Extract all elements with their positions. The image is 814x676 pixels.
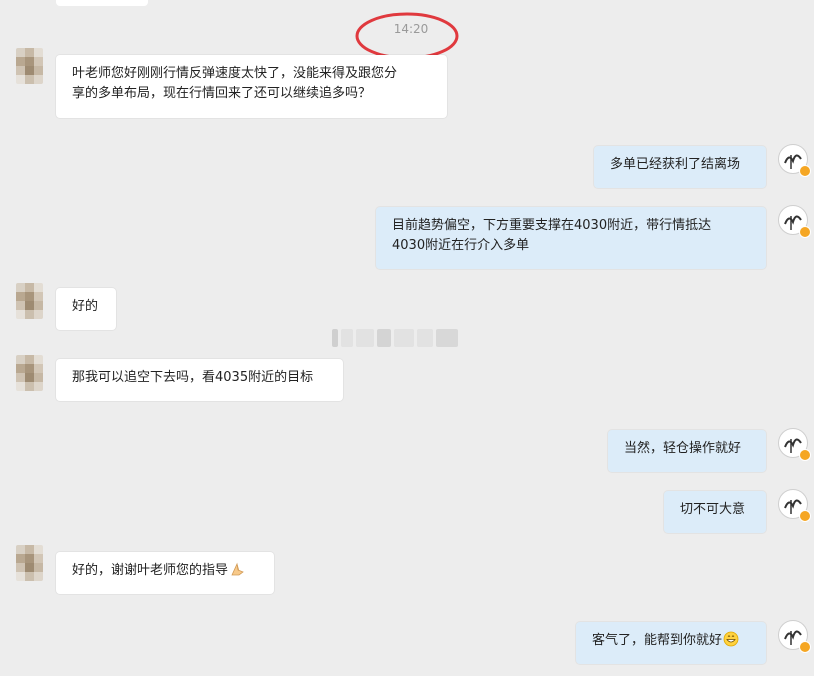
teacher-avatar[interactable] [778, 489, 811, 522]
message-text-line: 目前趋势偏空，下方重要支撑在4030附近，带行情抵达 [392, 218, 712, 233]
outgoing-message-bubble[interactable]: 当然，轻仓操作就好 [608, 430, 766, 472]
message-text: 多单已经获利了结离场 [610, 157, 741, 172]
verified-badge-icon [799, 641, 811, 653]
message-text: 切不可大意 [680, 502, 746, 517]
outgoing-message-bubble[interactable]: 目前趋势偏空，下方重要支撑在4030附近，带行情抵达 4030附近在行介入多单 [376, 207, 766, 269]
verified-badge-icon [799, 165, 811, 177]
message-text: 好的 [72, 299, 99, 314]
incoming-message-bubble[interactable]: 好的 [56, 288, 116, 330]
teacher-avatar[interactable] [778, 428, 811, 461]
contact-avatar[interactable] [16, 355, 43, 391]
teacher-avatar[interactable] [778, 620, 811, 653]
teacher-avatar[interactable] [778, 144, 811, 177]
incoming-message-bubble[interactable]: 叶老师您好刚刚行情反弹速度太快了，没能来得及跟您分 享的多单布局，现在行情回来了… [56, 55, 447, 118]
previous-message-fragment [56, 0, 148, 6]
message-text-line: 叶老师您好刚刚行情反弹速度太快了，没能来得及跟您分 [72, 66, 398, 81]
message-text: 好的，谢谢叶老师您的指导 [72, 563, 229, 578]
message-text: 客气了，能帮到你就好 [592, 633, 723, 648]
incoming-message-bubble[interactable]: 好的，谢谢叶老师您的指导 [56, 552, 274, 594]
outgoing-message-bubble[interactable]: 切不可大意 [664, 491, 766, 533]
contact-avatar[interactable] [16, 48, 43, 84]
outgoing-message-bubble[interactable]: 客气了，能帮到你就好 [576, 622, 766, 664]
teacher-avatar[interactable] [778, 205, 811, 238]
chat-window: 14:20 叶老师您好刚刚行情反弹速度太快了，没能来得及跟您分 享的多单布局，现… [0, 0, 814, 676]
message-text-line: 享的多单布局，现在行情回来了还可以继续追多吗？ [72, 86, 372, 101]
outgoing-message-bubble[interactable]: 多单已经获利了结离场 [594, 146, 766, 188]
folded-hands-emoji [231, 562, 244, 576]
blurred-watermark [332, 328, 482, 348]
message-timestamp: 14:20 [393, 22, 429, 36]
verified-badge-icon [799, 449, 811, 461]
verified-badge-icon [799, 226, 811, 238]
message-text: 当然，轻仓操作就好 [624, 441, 742, 456]
incoming-message-bubble[interactable]: 那我可以追空下去吗，看4035附近的目标 [56, 359, 343, 401]
contact-avatar[interactable] [16, 545, 43, 581]
contact-avatar[interactable] [16, 283, 43, 319]
grinning-face-emoji [723, 631, 739, 647]
message-text-line: 4030附近在行介入多单 [392, 238, 530, 253]
message-text: 那我可以追空下去吗，看4035附近的目标 [72, 370, 314, 385]
verified-badge-icon [799, 510, 811, 522]
red-annotation-circle [355, 12, 459, 60]
